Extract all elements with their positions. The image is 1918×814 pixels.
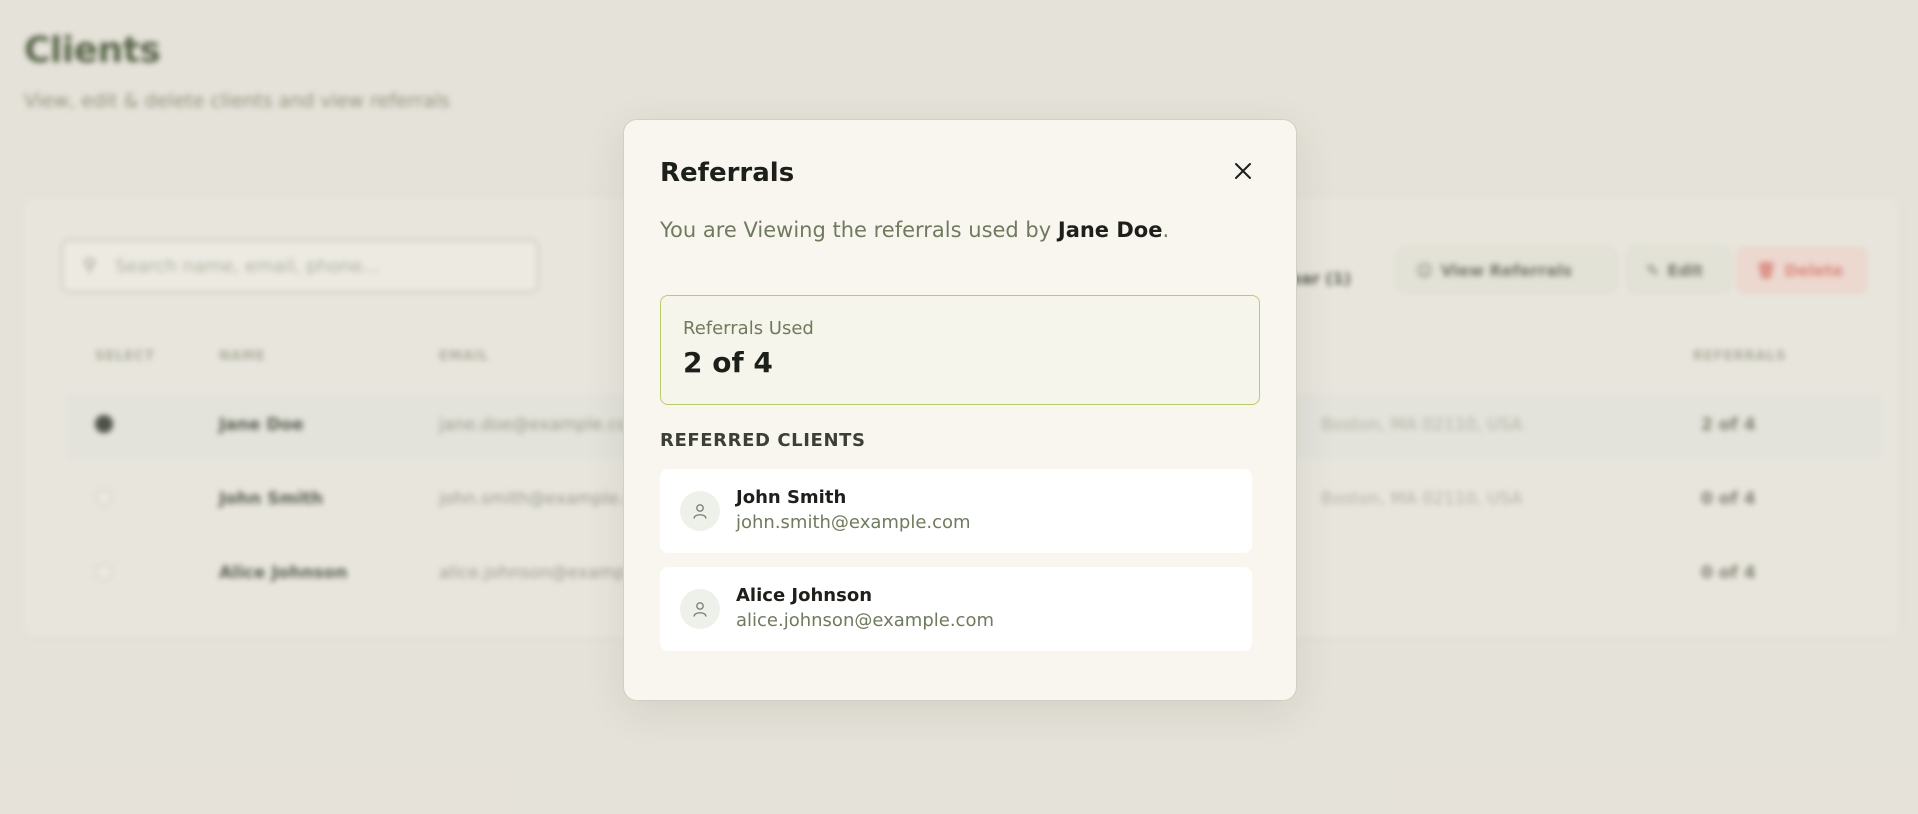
close-button[interactable] [1228,156,1258,186]
stat-value: 2 of 4 [683,346,773,379]
avatar [680,491,720,531]
close-icon [1235,163,1251,179]
user-icon [693,602,707,617]
referrals-used-card: Referrals Used 2 of 4 [660,295,1260,405]
modal-title: Referrals [660,158,795,188]
referred-client-name: Alice Johnson [736,585,873,606]
modal-description: You are Viewing the referrals used by Ja… [660,218,1169,242]
referrals-modal: Referrals You are Viewing the referrals … [623,119,1297,701]
description-prefix: You are Viewing the referrals used by [660,218,1058,242]
referrer-name: Jane Doe [1057,218,1163,242]
avatar [680,589,720,629]
referred-client-card: John Smith john.smith@example.com [660,469,1252,553]
stat-label: Referrals Used [683,318,814,339]
referred-client-card: Alice Johnson alice.johnson@example.com [660,567,1252,651]
user-icon [693,504,707,519]
referred-client-name: John Smith [736,487,847,508]
description-suffix: . [1162,218,1170,242]
section-title: REFERRED CLIENTS [660,430,866,451]
referred-client-email: alice.johnson@example.com [736,610,994,631]
referred-client-email: john.smith@example.com [736,512,971,533]
